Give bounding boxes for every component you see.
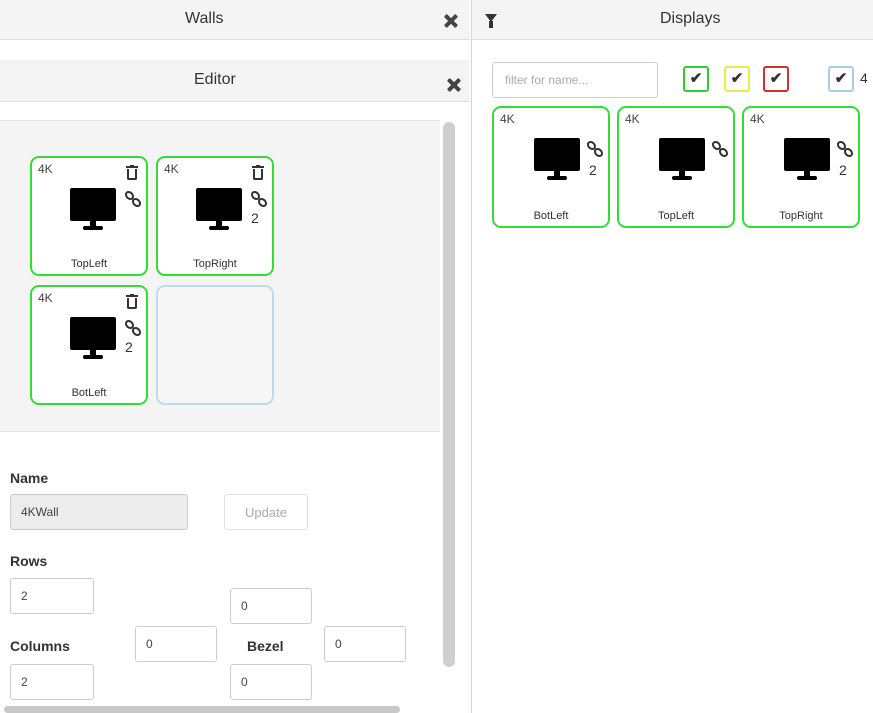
wall-tile-empty-slot[interactable] [156, 285, 274, 405]
trash-icon[interactable] [126, 294, 138, 309]
monitor-icon [196, 188, 242, 232]
link-icon[interactable] [586, 140, 604, 158]
link-icon[interactable] [711, 140, 729, 158]
checkbox-blue[interactable]: ✔ [828, 66, 854, 92]
name-label: Name [10, 470, 49, 486]
editor-close-icon[interactable] [446, 77, 462, 93]
display-filter-input[interactable] [492, 62, 658, 98]
display-tile-topleft[interactable]: 4K TopLeft [617, 106, 735, 228]
rows-field[interactable] [10, 578, 94, 614]
tile-link-count: 2 [589, 162, 597, 178]
monitor-icon [784, 138, 830, 182]
link-icon[interactable] [836, 140, 854, 158]
trash-icon[interactable] [252, 165, 264, 180]
display-tile-topright[interactable]: 4K 2 TopRight [742, 106, 860, 228]
displays-panel-title: Displays [660, 10, 721, 27]
display-tile-botleft[interactable]: 4K 2 BotLeft [492, 106, 610, 228]
checkbox-green[interactable]: ✔ [683, 66, 709, 92]
editor-horizontal-scrollbar[interactable] [4, 706, 400, 713]
tile-name: TopRight [779, 210, 823, 222]
app-root: Walls Editor 4K TopLeft 4K 2 TopRight 4K… [0, 0, 873, 713]
columns-label: Columns [10, 638, 70, 654]
editor-vertical-scrollbar[interactable] [443, 122, 455, 667]
checkbox-red[interactable]: ✔ [763, 66, 789, 92]
link-icon[interactable] [124, 319, 142, 337]
trash-icon[interactable] [126, 165, 138, 180]
tile-resolution: 4K [750, 112, 765, 126]
monitor-icon [70, 317, 116, 361]
bezel-label: Bezel [247, 638, 284, 654]
link-icon[interactable] [124, 190, 142, 208]
tile-link-count: 2 [251, 210, 259, 226]
filter-icon[interactable] [485, 14, 497, 28]
right-pane: Displays ✔ ✔ ✔ ✔ 4 4K 2 BotLeft 4K [471, 0, 873, 713]
tile-resolution: 4K [625, 112, 640, 126]
columns-extra-field[interactable] [135, 626, 217, 662]
update-button[interactable]: Update [224, 494, 308, 530]
wall-tile-topleft[interactable]: 4K TopLeft [30, 156, 148, 276]
tile-name: BotLeft [71, 387, 107, 399]
tile-resolution: 4K [38, 162, 53, 176]
bezel-field[interactable] [324, 626, 406, 662]
rows-label: Rows [10, 553, 48, 569]
monitor-icon [70, 188, 116, 232]
columns-bottom-field[interactable] [230, 664, 312, 700]
walls-panel-title: Walls [185, 10, 224, 27]
columns-field[interactable] [10, 664, 94, 700]
tile-name: BotLeft [533, 210, 569, 222]
tile-resolution: 4K [38, 291, 53, 305]
name-field[interactable] [10, 494, 188, 530]
tile-resolution: 4K [164, 162, 179, 176]
editor-panel-title: Editor [194, 71, 236, 88]
walls-panel-header: Walls [0, 0, 470, 40]
wall-grid: 4K TopLeft 4K 2 TopRight 4K 2 BotLeft [0, 120, 440, 432]
wall-tile-topright[interactable]: 4K 2 TopRight [156, 156, 274, 276]
rows-extra-field[interactable] [230, 588, 312, 624]
checkbox-yellow[interactable]: ✔ [724, 66, 750, 92]
left-pane: Walls Editor 4K TopLeft 4K 2 TopRight 4K… [0, 0, 470, 713]
editor-panel-header: Editor [0, 60, 470, 102]
monitor-icon [534, 138, 580, 182]
walls-close-icon[interactable] [443, 13, 459, 29]
monitor-icon [659, 138, 705, 182]
tile-link-count: 2 [839, 162, 847, 178]
displays-panel-header: Displays [472, 0, 873, 40]
tile-name: TopLeft [657, 210, 695, 222]
link-icon[interactable] [250, 190, 268, 208]
checkbox-count: 4 [860, 70, 868, 86]
tile-link-count: 2 [125, 339, 133, 355]
tile-resolution: 4K [500, 112, 515, 126]
wall-tile-botleft[interactable]: 4K 2 BotLeft [30, 285, 148, 405]
tile-name: TopRight [193, 258, 237, 270]
tile-name: TopLeft [70, 258, 108, 270]
